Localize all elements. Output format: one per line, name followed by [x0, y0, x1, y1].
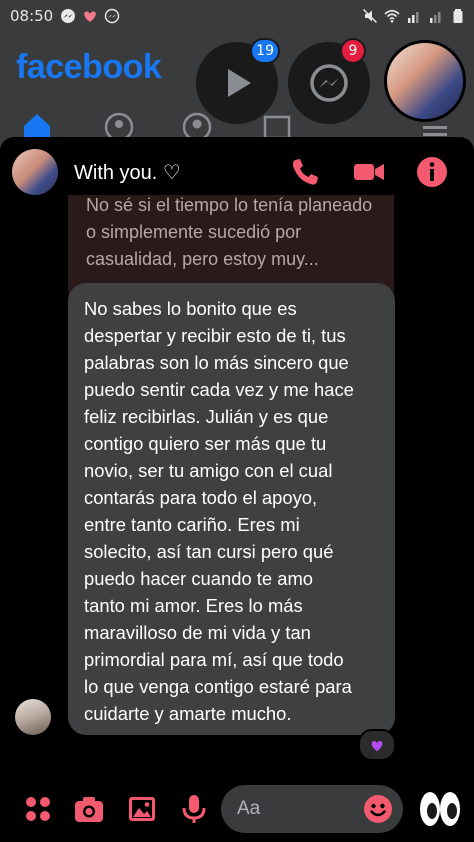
info-icon[interactable]: [415, 155, 449, 189]
video-call-icon[interactable]: [352, 155, 386, 189]
profile-icon[interactable]: [182, 112, 212, 138]
facebook-nav-tabs: [0, 112, 474, 138]
previous-message-text: No sé si el tiempo lo tenía planeado o s…: [86, 195, 373, 269]
messenger-icon: [61, 9, 75, 23]
marketplace-icon[interactable]: [262, 112, 292, 138]
purple-heart-icon: [371, 740, 383, 751]
status-time: 08:50: [10, 7, 54, 25]
home-icon[interactable]: [22, 112, 52, 138]
groups-icon[interactable]: [104, 112, 134, 138]
messenger-icon: [310, 64, 348, 102]
conversation-title[interactable]: With you. ♡: [74, 160, 181, 185]
more-actions-icon[interactable]: [22, 793, 54, 825]
signal-icon: [408, 12, 419, 23]
status-bar: 08:50: [0, 0, 474, 34]
mute-icon: [362, 8, 378, 24]
facebook-app-bar: facebook 19 9: [0, 34, 474, 138]
sender-avatar: [15, 699, 51, 735]
eyes-emoji-icon[interactable]: [418, 789, 462, 829]
contact-chat-head-avatar[interactable]: [384, 40, 466, 122]
watch-badge: 19: [250, 38, 280, 64]
emoji-icon[interactable]: [363, 794, 393, 824]
conversation-avatar[interactable]: [12, 149, 58, 195]
messenger-badge: 9: [340, 38, 366, 64]
messenger-icon: [104, 8, 120, 24]
message-reaction[interactable]: [358, 729, 396, 761]
camera-icon[interactable]: [73, 793, 105, 825]
microphone-icon[interactable]: [178, 793, 210, 825]
message-bubble[interactable]: No sabes lo bonito que es despertar y re…: [68, 283, 395, 735]
message-composer: Aa: [0, 777, 474, 842]
message-input[interactable]: Aa: [221, 785, 403, 833]
chat-head-panel: With you. ♡ No sé si el tiempo lo tenía …: [0, 137, 474, 842]
signal-icon: [430, 12, 441, 23]
phone-icon[interactable]: [288, 155, 322, 189]
message-input-placeholder: Aa: [237, 798, 261, 819]
play-icon: [228, 69, 251, 97]
heart-icon: [84, 11, 96, 22]
gallery-icon[interactable]: [126, 793, 158, 825]
facebook-logo: facebook: [16, 48, 162, 86]
battery-icon: [453, 9, 463, 23]
wifi-icon: [384, 9, 400, 23]
menu-icon[interactable]: [420, 112, 450, 138]
